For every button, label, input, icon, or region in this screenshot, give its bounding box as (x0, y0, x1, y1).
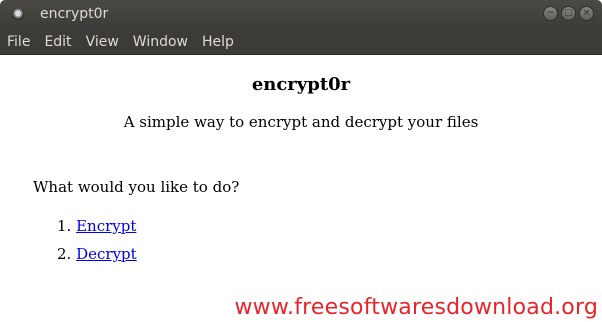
close-icon[interactable]: × (579, 6, 594, 21)
window-title: encrypt0r (40, 6, 109, 22)
title-bar[interactable]: encrypt0r − □ × (0, 0, 602, 30)
decrypt-link[interactable]: Decrypt (76, 245, 137, 263)
option-number: 1. (57, 217, 72, 235)
maximize-icon[interactable]: □ (561, 6, 576, 21)
menu-view[interactable]: View (79, 30, 126, 54)
app-window: encrypt0r − □ × File Edit View Window He… (0, 0, 602, 322)
window-controls: − □ × (543, 6, 594, 21)
main-content: encrypt0r A simple way to encrypt and de… (0, 55, 602, 322)
menu-file[interactable]: File (0, 30, 37, 54)
list-item: 1. Encrypt (57, 217, 137, 245)
menu-help[interactable]: Help (195, 30, 241, 54)
menu-window[interactable]: Window (126, 30, 195, 54)
watermark-text: www.freesoftwaresdownload.org (234, 295, 598, 320)
prompt-question: What would you like to do? (33, 178, 240, 196)
menu-bar: File Edit View Window Help (0, 30, 602, 55)
app-icon (12, 8, 24, 20)
page-subtitle: A simple way to encrypt and decrypt your… (123, 113, 479, 131)
list-item: 2. Decrypt (57, 245, 137, 273)
menu-edit[interactable]: Edit (37, 30, 78, 54)
option-number: 2. (57, 245, 72, 263)
encrypt-link[interactable]: Encrypt (76, 217, 136, 235)
action-list: 1. Encrypt 2. Decrypt (57, 217, 137, 273)
minimize-icon[interactable]: − (543, 6, 558, 21)
page-title: encrypt0r (251, 74, 351, 95)
